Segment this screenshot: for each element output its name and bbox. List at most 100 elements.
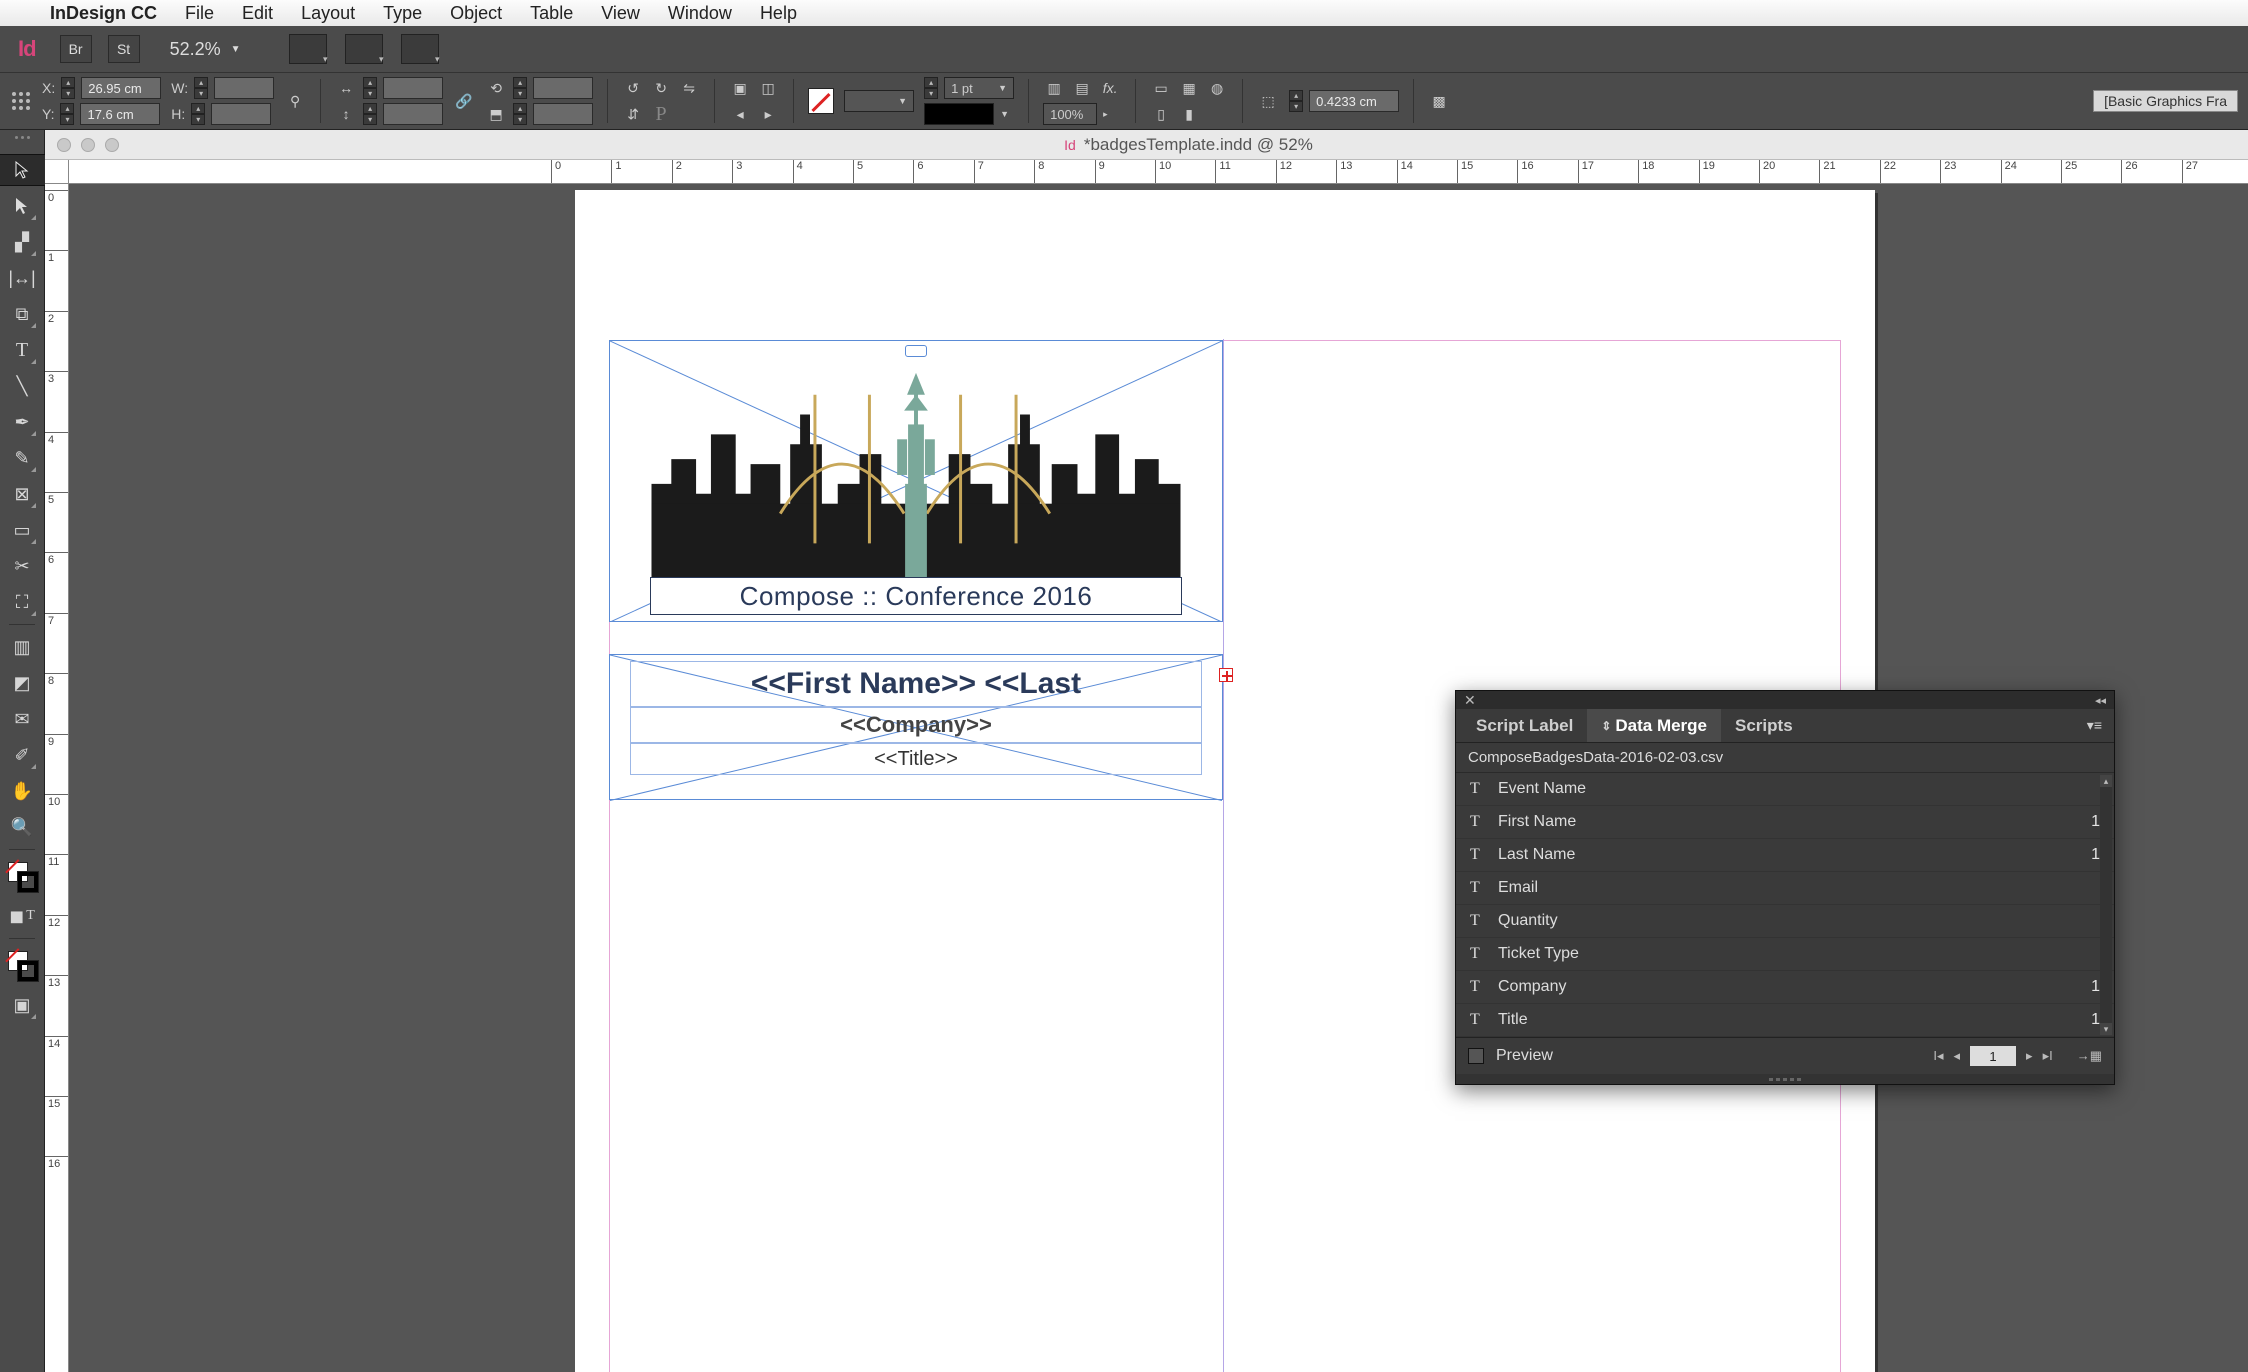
gradient-feather-tool[interactable]: ◩ bbox=[6, 667, 38, 699]
badge-group[interactable]: Compose :: Conference 2016 <<First Name>… bbox=[609, 340, 1223, 800]
w-field[interactable] bbox=[214, 77, 274, 99]
corner-radius-field[interactable]: 0.4233 cm bbox=[1309, 90, 1399, 112]
app-menu[interactable]: InDesign CC bbox=[50, 3, 157, 24]
fill-stroke-swatch[interactable] bbox=[6, 860, 38, 892]
horizontal-ruler[interactable]: 0123456789101112131415161718192021222324… bbox=[69, 160, 2248, 184]
scaley-dn[interactable]: ▾ bbox=[363, 114, 377, 125]
text-frame[interactable]: <<First Name>> <<Last <<Company>> <<Titl… bbox=[609, 654, 1223, 800]
field-row[interactable]: TTicket Type bbox=[1456, 938, 2114, 971]
next-record-button[interactable]: ▸ bbox=[2026, 1048, 2033, 1064]
fill-swatch-none[interactable] bbox=[808, 88, 834, 114]
rectangle-frame-tool[interactable]: ⊠ bbox=[6, 478, 38, 510]
corner-up[interactable]: ▴ bbox=[1289, 90, 1303, 101]
shear-up[interactable]: ▴ bbox=[513, 103, 527, 114]
text-wrap-none-icon[interactable]: ▭ bbox=[1150, 77, 1172, 99]
flip-horizontal-icon[interactable]: ⇋ bbox=[678, 77, 700, 99]
y-step-up[interactable]: ▴ bbox=[60, 103, 74, 114]
note-tool[interactable]: ✉ bbox=[6, 703, 38, 735]
document-titlebar[interactable]: Id *badgesTemplate.indd @ 52% bbox=[45, 130, 2248, 160]
text-wrap-bound-icon[interactable]: ▦ bbox=[1178, 77, 1200, 99]
free-transform-tool[interactable]: ⛶ bbox=[6, 586, 38, 618]
view-options-button[interactable] bbox=[289, 34, 327, 64]
constrain-proportions-icon[interactable]: ⚲ bbox=[284, 90, 306, 112]
tab-script-label[interactable]: Script Label bbox=[1462, 709, 1587, 742]
menu-view[interactable]: View bbox=[601, 3, 640, 24]
w-step-up[interactable]: ▴ bbox=[194, 77, 208, 88]
scale-y-field[interactable] bbox=[383, 103, 443, 125]
fill-dropdown[interactable]: ▼ bbox=[844, 90, 914, 112]
stock-button[interactable]: St bbox=[108, 35, 140, 63]
apply-color-button[interactable]: ◼T bbox=[6, 900, 38, 932]
vertical-ruler[interactable]: 012345678910111213141516 bbox=[45, 184, 69, 1372]
rotate-ccw-icon[interactable]: ↺ bbox=[622, 77, 644, 99]
zoom-level-dropdown[interactable]: 52.2% ▼ bbox=[170, 39, 241, 60]
view-mode-button[interactable]: ▣ bbox=[6, 989, 38, 1021]
drop-shadow-icon[interactable]: ▥ bbox=[1043, 77, 1065, 99]
field-row[interactable]: TLast Name1 bbox=[1456, 839, 2114, 872]
flip-vertical-icon[interactable]: ⇵ bbox=[622, 103, 644, 125]
pencil-tool[interactable]: ✎ bbox=[6, 442, 38, 474]
h-step-up[interactable]: ▴ bbox=[191, 103, 205, 114]
scroll-down-button[interactable]: ▾ bbox=[2100, 1023, 2112, 1035]
menu-help[interactable]: Help bbox=[760, 3, 797, 24]
stroke-style-dropdown[interactable] bbox=[924, 103, 994, 125]
corner-dn[interactable]: ▾ bbox=[1289, 101, 1303, 112]
x-field[interactable]: 26.95 cm bbox=[81, 77, 161, 99]
select-prev-icon[interactable]: ◂ bbox=[729, 103, 751, 125]
w-step-down[interactable]: ▾ bbox=[194, 88, 208, 99]
preview-checkbox[interactable] bbox=[1468, 1048, 1484, 1064]
field-row[interactable]: TEmail bbox=[1456, 872, 2114, 905]
record-number-field[interactable]: 1 bbox=[1970, 1046, 2016, 1066]
pen-tool[interactable]: ✒ bbox=[6, 406, 38, 438]
text-wrap-jump-icon[interactable]: ▯ bbox=[1150, 103, 1172, 125]
first-record-button[interactable]: I◂ bbox=[1933, 1048, 1943, 1064]
stroke-swatch-icon[interactable] bbox=[18, 872, 38, 892]
rot-dn[interactable]: ▾ bbox=[513, 88, 527, 99]
window-close-button[interactable] bbox=[57, 138, 71, 152]
scissors-tool[interactable]: ✂ bbox=[6, 550, 38, 582]
line-tool[interactable]: ╲ bbox=[6, 370, 38, 402]
object-style-dropdown[interactable]: [Basic Graphics Fra bbox=[2093, 90, 2238, 112]
panel-grip-icon[interactable] bbox=[7, 136, 37, 146]
content-collector-tool[interactable]: ⧉ bbox=[6, 298, 38, 330]
scalex-dn[interactable]: ▾ bbox=[363, 88, 377, 99]
menu-object[interactable]: Object bbox=[450, 3, 502, 24]
default-stroke-icon[interactable] bbox=[18, 961, 38, 981]
strokew-up[interactable]: ▴ bbox=[924, 77, 938, 88]
scalex-up[interactable]: ▴ bbox=[363, 77, 377, 88]
menu-window[interactable]: Window bbox=[668, 3, 732, 24]
stroke-weight-field[interactable]: 1 pt▼ bbox=[944, 77, 1014, 99]
y-step-down[interactable]: ▾ bbox=[60, 114, 74, 125]
text-wrap-shape-icon[interactable]: ◍ bbox=[1206, 77, 1228, 99]
field-row[interactable]: TTitle1 bbox=[1456, 1004, 2114, 1037]
arrange-documents-button[interactable] bbox=[401, 34, 439, 64]
prev-record-button[interactable]: ◂ bbox=[1954, 1048, 1961, 1064]
scale-x-field[interactable] bbox=[383, 77, 443, 99]
panel-collapse-button[interactable]: ◂◂ bbox=[2095, 694, 2106, 707]
h-step-down[interactable]: ▾ bbox=[191, 114, 205, 125]
shear-dn[interactable]: ▾ bbox=[513, 114, 527, 125]
gradient-swatch-tool[interactable]: ▥ bbox=[6, 631, 38, 663]
type-tool[interactable]: T bbox=[6, 334, 38, 366]
object-style-icon[interactable]: ▩ bbox=[1428, 90, 1450, 112]
bridge-button[interactable]: Br bbox=[60, 35, 92, 63]
menu-table[interactable]: Table bbox=[530, 3, 573, 24]
screen-mode-button[interactable] bbox=[345, 34, 383, 64]
window-minimize-button[interactable] bbox=[81, 138, 95, 152]
create-merged-doc-button[interactable]: →▦ bbox=[2077, 1048, 2102, 1064]
menu-edit[interactable]: Edit bbox=[242, 3, 273, 24]
page-tool[interactable]: ▞ bbox=[6, 226, 38, 258]
rotation-field[interactable] bbox=[533, 77, 593, 99]
gap-tool[interactable]: |↔| bbox=[6, 262, 38, 294]
select-next-icon[interactable]: ▸ bbox=[757, 103, 779, 125]
eyedropper-tool[interactable]: ✐ bbox=[6, 739, 38, 771]
constrain-scale-icon[interactable]: 🔗 bbox=[453, 90, 475, 112]
menu-layout[interactable]: Layout bbox=[301, 3, 355, 24]
effects-icon[interactable]: ▤ bbox=[1071, 77, 1093, 99]
x-step-down[interactable]: ▾ bbox=[61, 88, 75, 99]
fx-icon[interactable]: fx. bbox=[1099, 77, 1121, 99]
panel-scrollbar[interactable]: ▴ ▾ bbox=[2100, 775, 2112, 1035]
field-row[interactable]: TCompany1 bbox=[1456, 971, 2114, 1004]
tab-scripts[interactable]: Scripts bbox=[1721, 709, 1807, 742]
formatting-affects-swatch[interactable] bbox=[6, 949, 38, 981]
